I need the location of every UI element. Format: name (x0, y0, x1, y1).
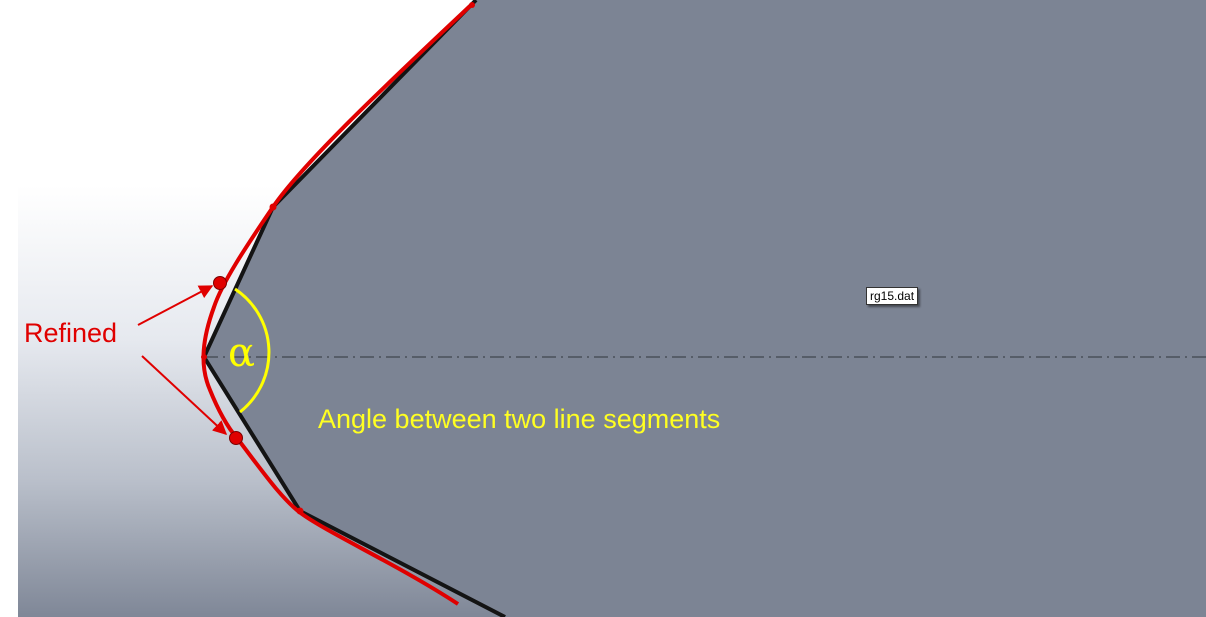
file-name-tag: rg15.dat (866, 287, 919, 305)
diagram-graphics (0, 0, 1206, 617)
angle-caption: Angle between two line segments (318, 404, 721, 434)
refined-point-lower (229, 431, 243, 445)
refined-label: Refined (24, 318, 118, 348)
alpha-symbol: α (228, 330, 256, 376)
vertex-marker (269, 203, 277, 211)
refined-point-upper (213, 276, 227, 290)
vertex-marker (296, 507, 304, 515)
left-margin (0, 0, 18, 617)
vertex-marker (201, 354, 207, 360)
vertex-marker (469, 2, 475, 8)
diagram-canvas: rg15.dat Refined α Angle between two lin… (0, 0, 1206, 617)
